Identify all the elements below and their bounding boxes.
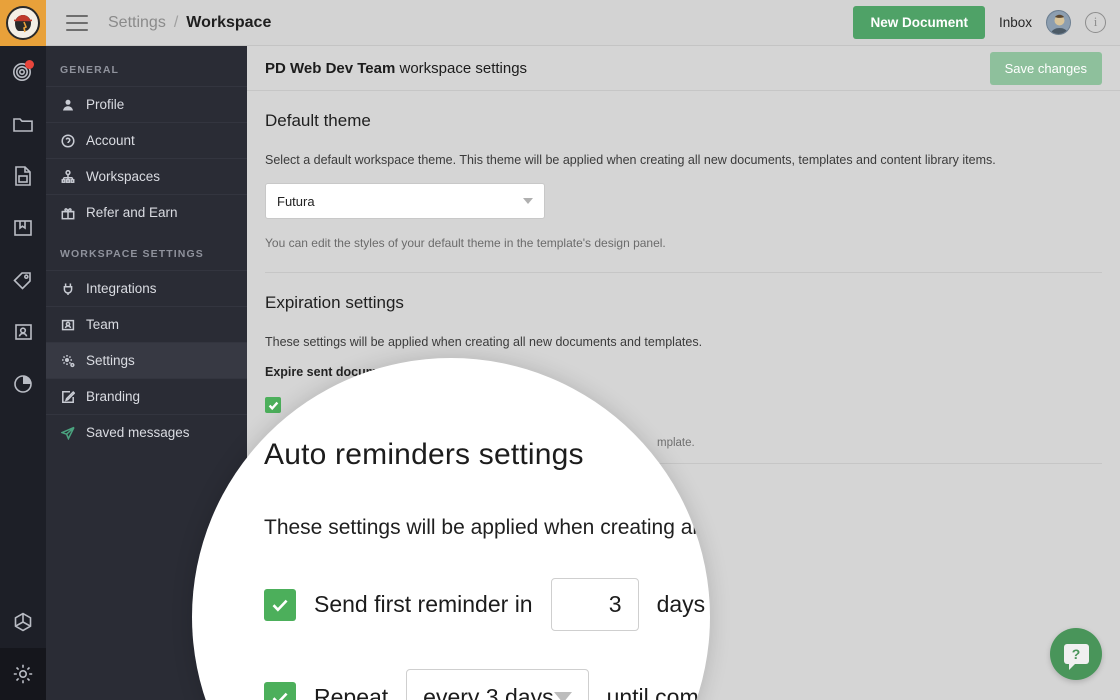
sidebar-group-general: GENERAL — [60, 64, 120, 76]
chevron-down-icon — [553, 692, 572, 700]
breadcrumb: Settings / Workspace — [108, 14, 271, 32]
check-icon — [272, 599, 288, 612]
rail-item-integrations-cube[interactable] — [0, 596, 46, 648]
workspaces-icon — [60, 169, 75, 184]
cube-icon — [14, 612, 32, 632]
team-card-icon — [60, 317, 75, 332]
repeat-trailing-text: until comp — [606, 684, 710, 700]
app-root: Settings / Workspace New Document Inbox … — [0, 0, 1120, 700]
repeat-interval-select[interactable]: every 3 days — [406, 669, 589, 700]
sidebar-item-label: Saved messages — [86, 425, 190, 440]
default-theme-note: You can edit the styles of your default … — [265, 236, 666, 250]
expiration-title: Expiration settings — [265, 293, 404, 312]
theme-select-value: Futura — [277, 193, 315, 209]
workspace-name: PD Web Dev Team — [265, 59, 396, 77]
rail-item-content-library[interactable] — [0, 202, 46, 254]
gift-icon — [60, 205, 75, 220]
rail-item-documents[interactable] — [0, 150, 46, 202]
notification-badge — [25, 60, 34, 69]
app-logo[interactable] — [0, 0, 46, 46]
send-paperplane-icon — [60, 425, 75, 440]
content-library-icon — [14, 220, 32, 236]
theme-select[interactable]: Futura — [265, 183, 545, 219]
default-theme-title: Default theme — [265, 111, 371, 130]
repeat-reminder-checkbox[interactable] — [264, 681, 296, 700]
rail-item-notifications[interactable] — [0, 46, 46, 98]
save-changes-button[interactable]: Save changes — [989, 51, 1102, 85]
worker-profile-logo-icon — [6, 5, 40, 40]
top-bar: Settings / Workspace New Document Inbox … — [0, 0, 1120, 46]
plug-icon — [60, 281, 75, 296]
repeat-reminder-row: Repeat every 3 days until comp — [264, 669, 710, 700]
magnifier-lens: Auto reminders settings These settings w… — [192, 358, 710, 700]
sidebar-group-workspace-settings: WORKSPACE SETTINGS — [60, 248, 204, 260]
default-theme-description: Select a default workspace theme. This t… — [265, 153, 996, 167]
workspace-title-suffix: workspace settings — [395, 59, 528, 77]
auto-reminders-description: These settings will be applied when crea… — [264, 516, 710, 539]
sidebar-item-label: Branding — [86, 389, 141, 404]
breadcrumb-workspace: Workspace — [186, 13, 272, 31]
rail-item-contacts[interactable] — [0, 306, 46, 358]
help-button[interactable]: ? — [1050, 628, 1102, 680]
tag-icon — [13, 272, 31, 290]
avatar[interactable] — [1046, 10, 1071, 35]
sidebar-item-label: Workspaces — [86, 169, 161, 184]
rail-bottom-group — [0, 596, 46, 700]
icon-rail — [0, 46, 46, 700]
expiration-tail-note: mplate. — [657, 437, 695, 449]
person-icon — [60, 97, 75, 112]
sidebar-item-workspaces[interactable]: Workspaces — [46, 158, 247, 194]
edit-square-icon — [60, 389, 75, 404]
send-first-reminder-row: Send first reminder in 3 days — [264, 578, 710, 631]
page-title: PD Web Dev Team workspace settings — [265, 60, 527, 77]
account-badge-icon — [60, 133, 75, 148]
breadcrumb-settings[interactable]: Settings — [108, 14, 166, 32]
check-icon — [272, 692, 288, 700]
rail-item-tags[interactable] — [0, 254, 46, 306]
document-icon — [15, 166, 31, 186]
repeat-interval-value: every 3 days — [423, 684, 554, 700]
sidebar-item-profile[interactable]: Profile — [46, 86, 247, 122]
breadcrumb-separator: / — [173, 13, 179, 31]
workspace-header: PD Web Dev Team workspace settings Save … — [247, 46, 1120, 91]
new-document-button[interactable]: New Document — [853, 6, 985, 39]
default-theme-section: Default theme Select a default workspace… — [247, 91, 1120, 273]
sidebar-item-account[interactable]: Account — [46, 122, 247, 158]
send-first-reminder-label: Send first reminder in — [314, 591, 533, 617]
reminder-days-unit: days — [656, 591, 706, 617]
info-icon[interactable]: i — [1085, 12, 1106, 33]
sidebar-item-integrations[interactable]: Integrations — [46, 270, 247, 306]
contacts-icon — [15, 324, 32, 340]
sidebar-item-label: Team — [86, 317, 120, 332]
rail-item-analytics[interactable] — [0, 358, 46, 410]
rail-item-folders[interactable] — [0, 98, 46, 150]
inbox-link[interactable]: Inbox — [999, 15, 1032, 30]
magnifier-lens-content: Auto reminders settings These settings w… — [192, 358, 710, 700]
expiration-description: These settings will be applied when crea… — [265, 335, 703, 349]
sidebar-item-label: Refer and Earn — [86, 205, 178, 220]
sidebar-item-label: Settings — [86, 353, 135, 368]
gear-icon — [60, 353, 75, 368]
analytics-pie-icon — [14, 375, 32, 393]
help-chat-icon: ? — [1063, 644, 1089, 670]
hamburger-menu-icon[interactable] — [66, 14, 88, 31]
sidebar-item-refer-and-earn[interactable]: Refer and Earn — [46, 194, 247, 230]
sidebar-item-label: Integrations — [86, 281, 157, 296]
sidebar-item-team[interactable]: Team — [46, 306, 247, 342]
chevron-down-icon — [523, 198, 533, 204]
rail-item-settings-gear[interactable] — [0, 648, 46, 700]
sidebar-item-label: Account — [86, 133, 135, 148]
repeat-label: Repeat — [314, 684, 389, 700]
reminder-days-input[interactable]: 3 — [550, 578, 639, 631]
sidebar-item-label: Profile — [86, 97, 125, 112]
topbar-actions: New Document Inbox i — [853, 6, 1120, 39]
auto-reminders-title: Auto reminders settings — [264, 438, 584, 471]
gear-icon — [13, 664, 33, 684]
folder-icon — [13, 118, 33, 132]
send-first-reminder-checkbox[interactable] — [264, 588, 296, 621]
